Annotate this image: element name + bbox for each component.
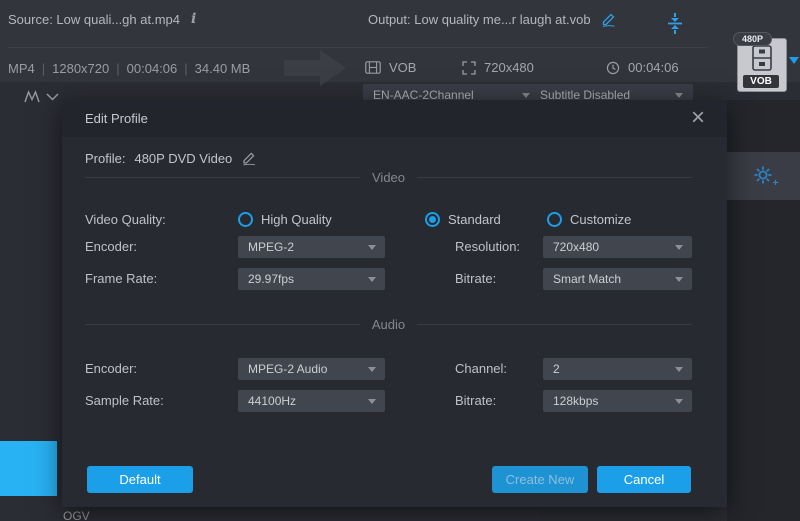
default-button[interactable]: Default <box>87 466 193 493</box>
output-file-label: Output: Low quality me...r laugh at.vob <box>368 12 591 27</box>
format-list-panel: + <box>727 100 800 521</box>
chevron-down-icon <box>675 93 683 98</box>
channel-label: Channel: <box>455 358 507 380</box>
radio-circle-icon <box>238 212 253 227</box>
dialog-header: Edit Profile × <box>62 100 727 137</box>
chevron-down-icon <box>675 245 683 250</box>
curve-path-icon[interactable] <box>24 90 40 103</box>
audio-bitrate-label: Bitrate: <box>455 390 496 412</box>
output-format-thumbnail[interactable]: VOB <box>737 38 787 92</box>
clock-icon <box>606 61 620 75</box>
thumbnail-format-label: VOB <box>743 75 779 88</box>
chevron-down-icon <box>368 399 376 404</box>
chevron-down-icon <box>522 93 530 98</box>
format-label-ogv: OGV <box>63 509 90 521</box>
chevron-down-icon <box>675 399 683 404</box>
output-format-info: VOB <box>365 60 416 75</box>
source-file-label: Source: Low quali...gh at.mp4 <box>8 12 180 27</box>
radio-high-quality[interactable]: High Quality <box>238 212 332 227</box>
profile-value: 480P DVD Video <box>134 151 232 166</box>
chevron-down-icon[interactable] <box>46 93 59 101</box>
frame-rate-label: Frame Rate: <box>85 268 157 290</box>
audio-bitrate-select[interactable]: 128kbps <box>543 390 692 412</box>
create-new-button[interactable]: Create New <box>492 466 588 493</box>
output-duration-value: 00:04:06 <box>628 60 679 75</box>
audio-encoder-label: Encoder: <box>85 358 137 380</box>
resolution-select[interactable]: 720x480 <box>543 236 692 258</box>
custom-profile-row[interactable]: + <box>727 152 800 200</box>
video-bitrate-select[interactable]: Smart Match <box>543 268 692 290</box>
frame-rate-select[interactable]: 29.97fps <box>238 268 385 290</box>
chevron-down-icon <box>368 277 376 282</box>
video-row-2: Frame Rate: 29.97fps Bitrate: Smart Matc… <box>85 268 692 290</box>
source-media-info: MP4|1280x720|00:04:06|34.40 MB <box>8 61 250 76</box>
output-duration-info: 00:04:06 <box>606 60 679 75</box>
profile-row: Profile: 480P DVD Video <box>85 150 257 166</box>
topbar-divider <box>8 47 708 48</box>
audio-encoder-select[interactable]: MPEG-2 Audio <box>238 358 385 380</box>
conversion-arrow-icon <box>284 48 348 88</box>
source-file-line: Source: Low quali...gh at.mp4 i <box>8 11 196 27</box>
radio-circle-icon <box>425 212 440 227</box>
resolution-label: Resolution: <box>455 236 520 258</box>
source-duration: 00:04:06 <box>127 61 178 76</box>
edit-output-name-icon[interactable] <box>600 11 617 28</box>
bottom-list-item <box>85 511 540 521</box>
format-dropdown-caret[interactable] <box>789 57 799 64</box>
edit-profile-name-icon[interactable] <box>241 150 257 166</box>
dialog-title: Edit Profile <box>85 111 148 126</box>
source-resolution: 1280x720 <box>52 61 109 76</box>
output-file-line: Output: Low quality me...r laugh at.vob <box>368 11 617 28</box>
radio-customize[interactable]: Customize <box>547 212 631 227</box>
chevron-down-icon <box>675 277 683 282</box>
output-resolution-info: 720x480 <box>462 60 534 75</box>
chevron-down-icon <box>368 367 376 372</box>
video-section-header: Video <box>85 170 692 185</box>
edit-profile-dialog: Edit Profile × Profile: 480P DVD Video V… <box>62 100 727 507</box>
cancel-button[interactable]: Cancel <box>597 466 691 493</box>
radio-circle-icon <box>547 212 562 227</box>
video-encoder-label: Encoder: <box>85 236 137 258</box>
topbar: Source: Low quali...gh at.mp4 i Output: … <box>0 0 800 82</box>
audio-row-1: Encoder: MPEG-2 Audio Channel: 2 <box>85 358 692 380</box>
output-format-value: VOB <box>389 60 416 75</box>
channel-select[interactable]: 2 <box>543 358 692 380</box>
merge-settings-icon[interactable] <box>666 13 684 34</box>
output-resolution-value: 720x480 <box>484 60 534 75</box>
app-window: Source: Low quali...gh at.mp4 i Output: … <box>0 0 800 521</box>
radio-standard[interactable]: Standard <box>425 212 501 227</box>
video-quality-label: Video Quality: <box>85 209 166 231</box>
film-frame-icon <box>752 45 772 71</box>
chevron-down-icon <box>368 245 376 250</box>
sample-rate-label: Sample Rate: <box>85 390 164 412</box>
profile-label: Profile: <box>85 151 125 166</box>
left-panel-highlight[interactable] <box>0 441 57 496</box>
video-encoder-select[interactable]: MPEG-2 <box>238 236 385 258</box>
resolution-icon <box>462 61 476 75</box>
source-filesize: 34.40 MB <box>195 61 251 76</box>
info-icon[interactable]: i <box>191 11 196 27</box>
film-icon <box>365 61 381 74</box>
sample-rate-select[interactable]: 44100Hz <box>238 390 385 412</box>
resolution-badge: 480P <box>733 32 772 46</box>
video-bitrate-label: Bitrate: <box>455 268 496 290</box>
source-format: MP4 <box>8 61 35 76</box>
video-quality-row: Video Quality: High Quality Standard Cus… <box>85 209 692 231</box>
close-icon[interactable]: × <box>691 103 705 133</box>
chevron-down-icon <box>675 367 683 372</box>
video-row-1: Encoder: MPEG-2 Resolution: 720x480 <box>85 236 692 258</box>
audio-row-2: Sample Rate: 44100Hz Bitrate: 128kbps <box>85 390 692 412</box>
settings-gear-plus-icon[interactable]: + <box>753 165 775 187</box>
audio-section-header: Audio <box>85 317 692 332</box>
